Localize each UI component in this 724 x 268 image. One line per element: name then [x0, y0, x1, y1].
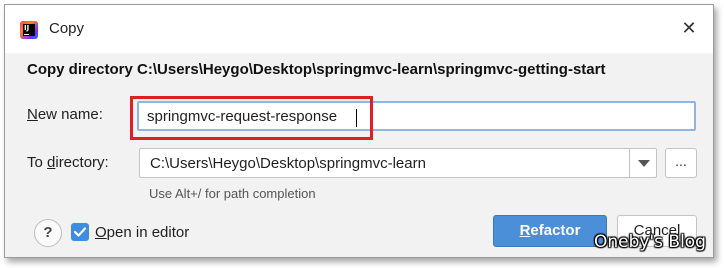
refactor-mnemonic: R [519, 222, 531, 239]
path-completion-hint: Use Alt+/ for path completion [149, 186, 316, 201]
new-name-label: New name: [27, 106, 103, 123]
to-directory-combobox[interactable]: C:\Users\Heygo\Desktop\springmvc-learn [139, 148, 657, 178]
open-in-editor-checkbox[interactable] [71, 223, 89, 241]
highlight-box [130, 96, 373, 140]
copy-directory-header: Copy directory C:\Users\Heygo\Desktop\sp… [27, 61, 606, 78]
to-directory-label-text: irectory: [55, 154, 109, 171]
to-directory-label-prefix: To [27, 154, 48, 171]
close-icon[interactable]: ✕ [679, 19, 699, 39]
open-in-editor-text: pen in editor [106, 224, 190, 241]
browse-button[interactable]: ... [665, 148, 697, 178]
combo-separator [629, 149, 630, 177]
window-title: Copy [49, 20, 85, 37]
copy-dialog: IJ Copy ✕ Copy directory C:\Users\Heygo\… [4, 4, 714, 258]
new-name-label-mnemonic: N [27, 106, 38, 123]
to-directory-value[interactable]: C:\Users\Heygo\Desktop\springmvc-learn [150, 155, 426, 172]
checkmark-icon [73, 227, 87, 237]
title-bar: IJ Copy ✕ [5, 5, 713, 53]
to-directory-label: To directory: [27, 154, 109, 171]
refactor-button[interactable]: Refactor [493, 215, 607, 247]
chevron-down-icon[interactable] [638, 160, 650, 167]
help-button[interactable]: ? [34, 219, 62, 247]
new-name-label-text: ew name: [37, 106, 103, 123]
refactor-label: efactor [530, 222, 581, 239]
intellij-idea-icon: IJ [20, 21, 38, 39]
open-in-editor-mnemonic: O [95, 224, 107, 241]
open-in-editor-label[interactable]: Open in editor [95, 224, 189, 241]
watermark: Oneby's Blog [594, 232, 706, 252]
